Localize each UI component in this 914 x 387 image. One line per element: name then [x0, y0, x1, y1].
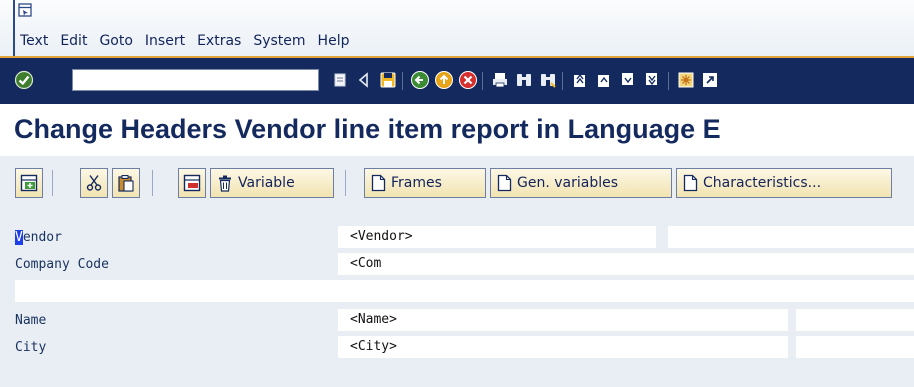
- menu-edit[interactable]: Edit: [60, 33, 87, 53]
- system-menu-icon[interactable]: [18, 3, 32, 17]
- city-extra-field[interactable]: [796, 336, 914, 358]
- variable-label: Variable: [238, 175, 295, 191]
- insert-field-icon: [20, 174, 38, 192]
- next-page-icon[interactable]: [618, 70, 638, 90]
- standard-toolbar: [0, 58, 914, 104]
- menu-goto[interactable]: Goto: [99, 33, 132, 53]
- company-code-label: Company Code: [15, 257, 109, 272]
- cut-button[interactable]: [80, 168, 108, 198]
- find-next-icon[interactable]: [538, 70, 558, 90]
- vendor-label-rest: endor: [22, 230, 62, 245]
- toolbar-separator: [482, 72, 483, 90]
- print-icon[interactable]: [490, 70, 510, 90]
- characteristics-button[interactable]: Characteristics...: [676, 168, 892, 198]
- variable-button[interactable]: Variable: [210, 168, 334, 198]
- vendor-extra-field[interactable]: [668, 226, 914, 248]
- delete-field-button[interactable]: [178, 168, 206, 198]
- toolbar-separator: [668, 72, 669, 90]
- trash-icon: [219, 175, 231, 192]
- command-history-icon[interactable]: [330, 70, 350, 90]
- application-toolbar: Variable Frames Gen. variables Character…: [0, 156, 914, 210]
- form-area: Vendor <Vendor> Company Code <Com Name <…: [0, 210, 914, 387]
- characteristics-label: Characteristics...: [703, 175, 822, 191]
- document-icon: [371, 174, 386, 192]
- toolbar-separator: [52, 170, 53, 196]
- city-field[interactable]: <City>: [338, 336, 788, 358]
- text-cursor: V: [15, 230, 23, 245]
- title-bar: Change Headers Vendor line item report i…: [0, 104, 914, 156]
- empty-line[interactable]: [15, 280, 914, 302]
- name-extra-field[interactable]: [796, 309, 914, 331]
- menu-text[interactable]: Text: [20, 33, 48, 53]
- toolbar-separator: [402, 72, 403, 90]
- shortcut-icon[interactable]: [700, 70, 720, 90]
- paste-button[interactable]: [112, 168, 140, 198]
- frames-button[interactable]: Frames: [364, 168, 486, 198]
- scissors-icon: [86, 175, 102, 191]
- gen-variables-button[interactable]: Gen. variables: [490, 168, 672, 198]
- clipboard-icon: [118, 175, 134, 192]
- name-label: Name: [15, 313, 47, 328]
- menu-bar: Text Edit Goto Insert Extras System Help: [20, 33, 361, 53]
- menu-system[interactable]: System: [253, 33, 305, 53]
- toolbar-separator: [562, 72, 563, 90]
- command-field[interactable]: [72, 69, 319, 91]
- document-icon: [497, 174, 512, 192]
- vendor-label: Vendor: [15, 230, 62, 245]
- exit-icon[interactable]: [434, 70, 454, 90]
- gen-variables-label: Gen. variables: [517, 175, 619, 191]
- menu-area: Text Edit Goto Insert Extras System Help: [0, 0, 914, 58]
- toolbar-separator: [152, 170, 153, 196]
- command-input[interactable]: [76, 71, 300, 91]
- delete-field-icon: [183, 174, 201, 192]
- toolbar-separator: [345, 170, 346, 196]
- menu-insert[interactable]: Insert: [145, 33, 185, 53]
- first-page-icon[interactable]: [570, 70, 590, 90]
- document-icon: [683, 174, 698, 192]
- name-field[interactable]: <Name>: [338, 309, 788, 331]
- window-edge: [13, 0, 15, 58]
- create-session-icon[interactable]: [676, 70, 696, 90]
- company-code-field[interactable]: <Com: [338, 253, 914, 275]
- enter-checkmark-icon[interactable]: [14, 70, 34, 90]
- city-label: City: [15, 340, 47, 355]
- page-title: Change Headers Vendor line item report i…: [14, 114, 721, 144]
- back-icon[interactable]: [410, 70, 430, 90]
- save-icon[interactable]: [378, 70, 398, 90]
- back-arrow-icon[interactable]: [354, 70, 374, 90]
- frames-label: Frames: [391, 175, 442, 191]
- vendor-field[interactable]: <Vendor>: [338, 226, 656, 248]
- last-page-icon[interactable]: [642, 70, 662, 90]
- menu-help[interactable]: Help: [318, 33, 350, 53]
- find-icon[interactable]: [514, 70, 534, 90]
- cancel-icon[interactable]: [458, 70, 478, 90]
- insert-field-button[interactable]: [15, 168, 43, 198]
- menu-extras[interactable]: Extras: [197, 33, 241, 53]
- previous-page-icon[interactable]: [594, 70, 614, 90]
